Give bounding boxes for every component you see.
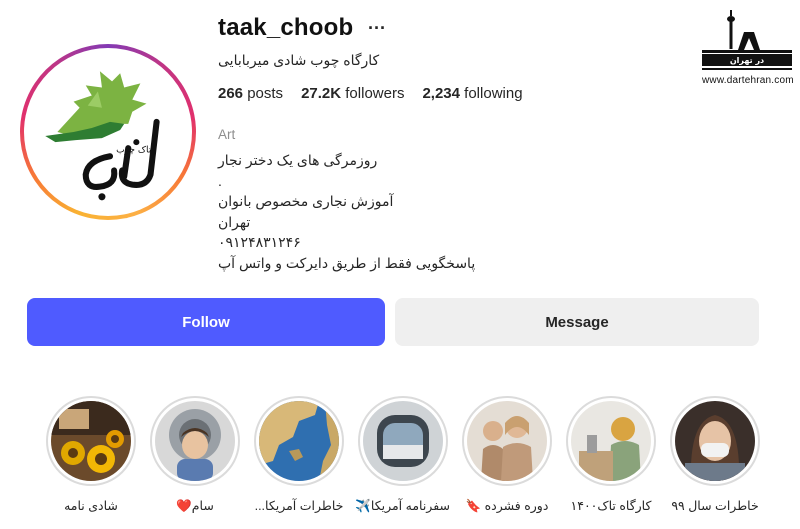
women-photo-icon (467, 401, 547, 481)
highlight-label: سام❤️ (176, 499, 214, 513)
highlight-item[interactable]: دوره فشرده 🔖 (460, 396, 554, 514)
bio-line: . (218, 172, 222, 189)
highlight-label: شادی نامه (64, 499, 118, 513)
highlight-item[interactable]: خاطرات سال ۹۹ (668, 396, 762, 513)
highlight-label: دوره فشرده 🔖 (465, 499, 549, 513)
highlight-ring (254, 396, 344, 486)
profile-category: Art (218, 127, 236, 142)
posts-label: posts (247, 85, 284, 102)
following-label: following (464, 85, 523, 102)
highlight-item[interactable]: خاطرات آمریکا... (252, 396, 346, 513)
bio-line-phone[interactable]: ۰۹۱۲۴۸۳۱۲۴۶ (218, 232, 475, 253)
profile-bio: روزمرگی های یک دختر نجار . آموزش نجاری م… (218, 150, 475, 273)
workshop-photo-icon (571, 401, 651, 481)
map-photo-icon (259, 401, 339, 481)
highlight-item[interactable]: سفرنامه آمریکا✈️ (355, 396, 450, 514)
baby-photo-icon (155, 401, 235, 481)
highlight-label: خاطرات سال ۹۹ (671, 499, 759, 513)
logo-graphic: تاک چوب (45, 71, 160, 201)
window-photo-icon (363, 401, 443, 481)
watermark-url: www.dartehran.com (702, 75, 794, 86)
tehran-skyline-icon: در تهران (702, 10, 792, 70)
highlight-item[interactable]: سام❤️ (148, 396, 242, 514)
mask-photo-icon (675, 401, 755, 481)
followers-stat[interactable]: 27.2K followers (301, 85, 404, 102)
avatar-border: تاک چوب (24, 48, 192, 216)
highlight-item[interactable]: کارگاه تاک۱۴۰۰ (564, 396, 658, 513)
sunflowers-photo-icon (51, 401, 131, 481)
highlight-ring (462, 396, 552, 486)
following-stat[interactable]: 2,234 following (422, 85, 522, 102)
watermark-logo-text: در تهران (730, 56, 764, 65)
bio-line: پاسخگویی فقط از طریق دایرکت و واتس آپ (218, 254, 476, 271)
highlight-ring (566, 396, 656, 486)
bio-line: روزمرگی های یک دختر نجار (218, 152, 378, 168)
more-options-icon[interactable]: ··· (368, 18, 386, 39)
followers-label: followers (345, 85, 405, 102)
posts-stat[interactable]: 266 posts (218, 85, 283, 102)
full-name: کارگاه چوب شادی میربابایی (218, 52, 380, 68)
follow-button[interactable]: Follow (27, 298, 385, 346)
highlight-ring (46, 396, 136, 486)
followers-count: 27.2K (301, 85, 342, 102)
username: taak_choob (218, 14, 354, 41)
following-count: 2,234 (422, 85, 460, 102)
profile-stats: 266 posts 27.2K followers 2,234 followin… (218, 85, 523, 102)
highlight-label: خاطرات آمریکا... (254, 499, 344, 513)
posts-count: 266 (218, 85, 244, 102)
highlight-ring (358, 396, 448, 486)
taak-choob-logo: تاک چوب (27, 51, 189, 213)
dartehran-logo: در تهران (700, 8, 794, 77)
highlight-item[interactable]: شادی نامه (44, 396, 138, 513)
story-highlights: شادی نامه سام❤️ خاطرات آمریکا... سفرنامه… (40, 396, 800, 526)
profile-avatar[interactable]: تاک چوب (20, 44, 196, 220)
bio-line: تهران (218, 213, 251, 230)
message-button[interactable]: Message (395, 298, 759, 346)
highlight-ring (670, 396, 760, 486)
bio-line: آموزش نجاری مخصوص بانوان (218, 193, 394, 209)
highlight-label: سفرنامه آمریکا✈️ (355, 499, 450, 513)
highlight-ring (150, 396, 240, 486)
highlight-label: کارگاه تاک۱۴۰۰ (570, 499, 652, 513)
logo-small-text: تاک چوب (116, 144, 152, 155)
